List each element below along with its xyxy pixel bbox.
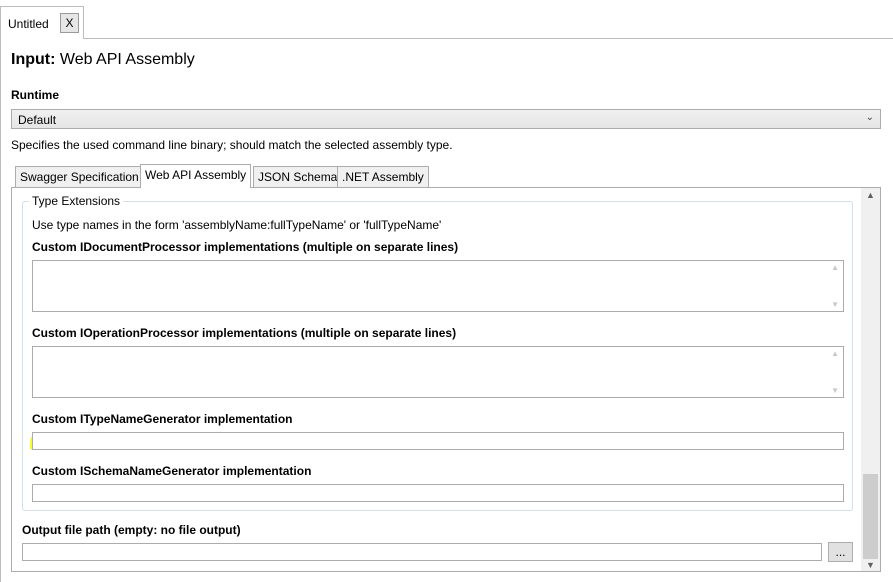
operation-processor-label: Custom IOperationProcessor implementatio… bbox=[32, 326, 457, 340]
output-path-label: Output file path (empty: no file output) bbox=[22, 523, 241, 537]
type-name-generator-label: Custom ITypeNameGenerator implementation bbox=[32, 412, 293, 426]
runtime-select-value: Default bbox=[18, 113, 57, 127]
scroll-up-icon: ▲ bbox=[831, 263, 839, 272]
scroll-up-icon[interactable]: ▲ bbox=[861, 190, 880, 200]
scrollbar-thumb[interactable] bbox=[863, 474, 878, 559]
document-tab-untitled[interactable]: Untitled X bbox=[0, 6, 84, 39]
operation-processor-textarea[interactable] bbox=[33, 347, 843, 397]
operation-processor-field[interactable]: ▲ ▼ bbox=[32, 346, 844, 398]
tab-web-api-assembly[interactable]: Web API Assembly bbox=[140, 164, 252, 188]
content-frame-edge bbox=[0, 38, 1, 582]
vertical-scrollbar[interactable]: ▲ ▼ bbox=[861, 188, 880, 571]
document-processor-textarea[interactable] bbox=[33, 261, 843, 311]
browse-button[interactable]: ... bbox=[828, 542, 853, 562]
scroll-up-icon: ▲ bbox=[831, 349, 839, 358]
tabstrip-divider bbox=[84, 38, 893, 39]
type-name-generator-input[interactable] bbox=[32, 432, 844, 450]
tab-net-assembly[interactable]: .NET Assembly bbox=[337, 166, 429, 187]
runtime-help-text: Specifies the used command line binary; … bbox=[11, 138, 453, 152]
page-title: Input: Web API Assembly bbox=[11, 51, 195, 69]
scroll-down-icon: ▼ bbox=[831, 300, 839, 309]
scroll-down-icon[interactable]: ▼ bbox=[861, 560, 880, 570]
schema-name-generator-input[interactable] bbox=[32, 484, 844, 502]
chevron-down-icon: ⌄ bbox=[865, 112, 874, 123]
schema-name-generator-label: Custom ISchemaNameGenerator implementati… bbox=[32, 464, 312, 478]
document-processor-field[interactable]: ▲ ▼ bbox=[32, 260, 844, 312]
runtime-select[interactable]: Default ⌄ bbox=[11, 109, 881, 129]
close-tab-button[interactable]: X bbox=[60, 13, 79, 33]
document-processor-label: Custom IDocumentProcessor implementation… bbox=[32, 240, 459, 254]
tab-json-schema[interactable]: JSON Schema bbox=[253, 166, 343, 187]
runtime-label: Runtime bbox=[11, 88, 59, 102]
page-title-prefix: Input: bbox=[11, 51, 56, 68]
page-title-name: Web API Assembly bbox=[59, 51, 195, 68]
type-extensions-note: Use type names in the form 'assemblyName… bbox=[32, 218, 442, 232]
type-extensions-title: Type Extensions bbox=[29, 194, 124, 208]
output-path-input[interactable] bbox=[22, 543, 822, 561]
document-tab-title: Untitled bbox=[8, 17, 49, 31]
scroll-down-icon: ▼ bbox=[831, 386, 839, 395]
tab-swagger-specification[interactable]: Swagger Specification bbox=[15, 166, 144, 187]
